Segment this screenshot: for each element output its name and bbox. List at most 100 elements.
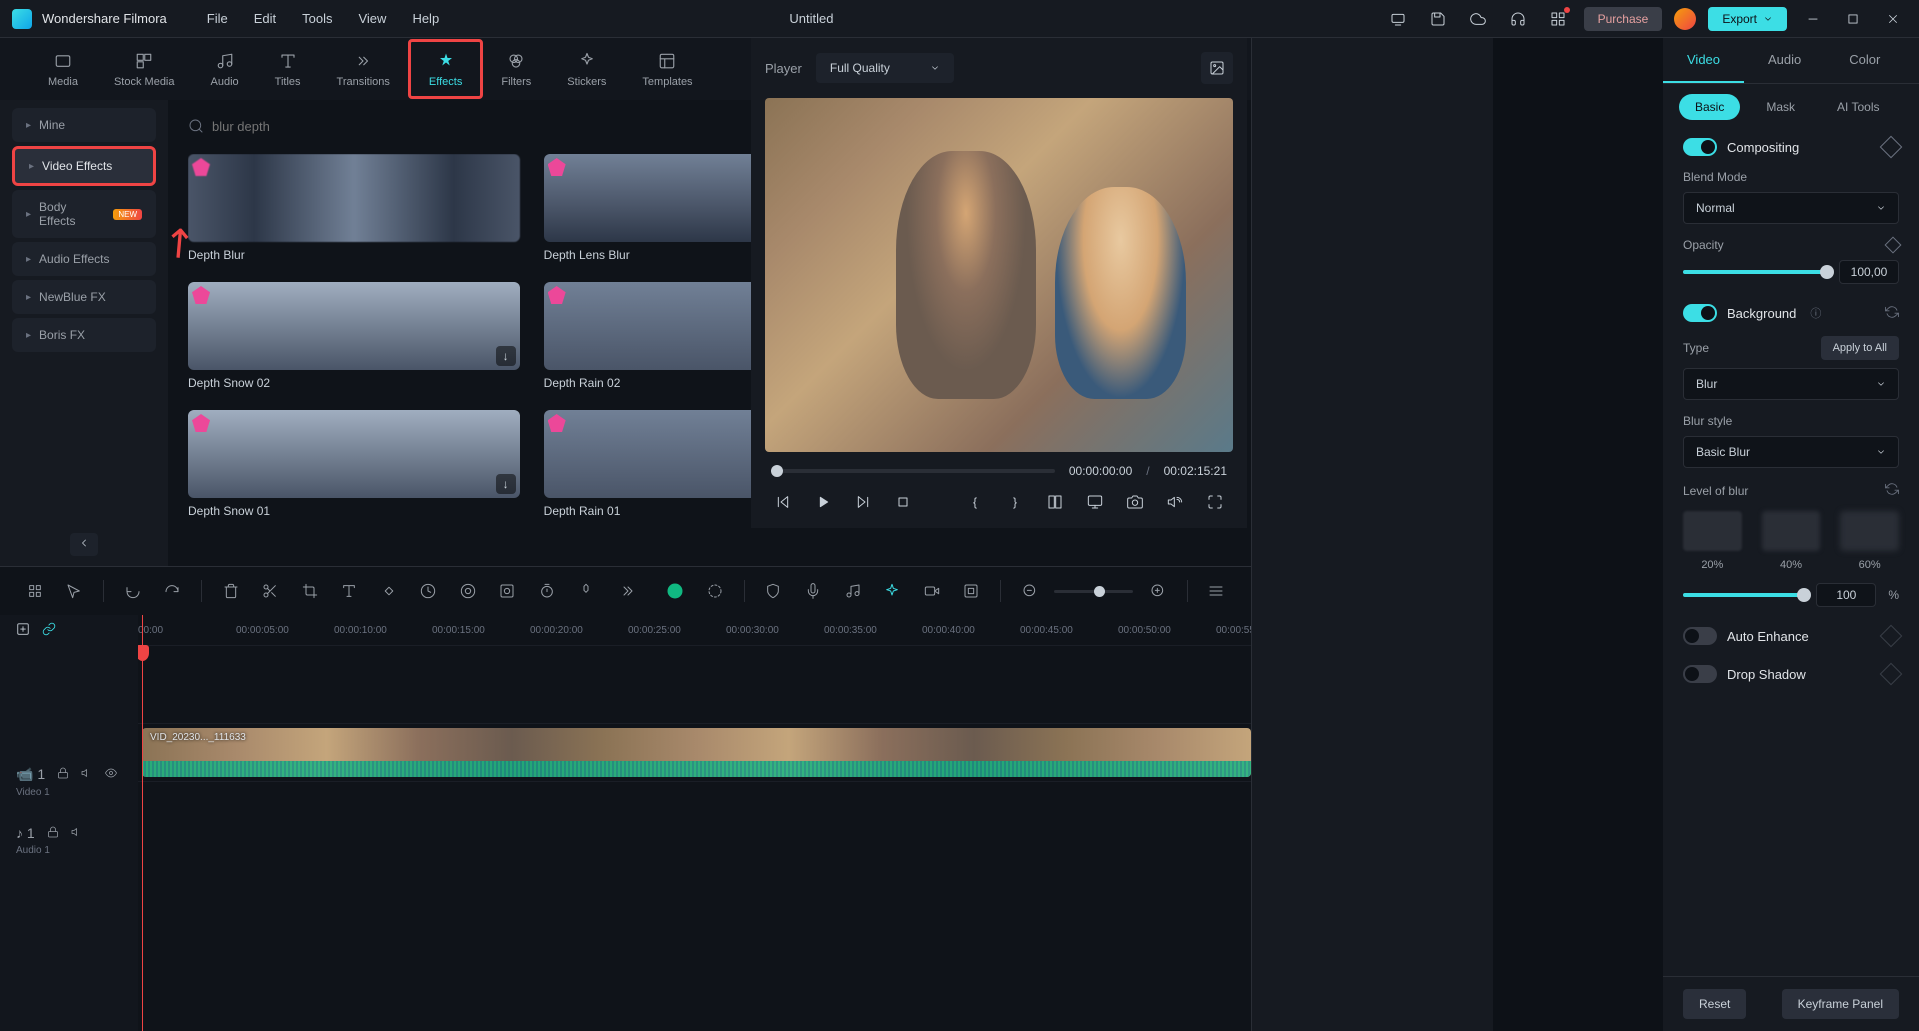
track-header-video[interactable]: 📹 1 Video 1 bbox=[0, 753, 138, 811]
track-header-audio[interactable]: ♪ 1 Audio 1 bbox=[0, 811, 138, 869]
mute-icon[interactable] bbox=[81, 766, 93, 783]
audio-track[interactable] bbox=[138, 781, 1251, 839]
add-track-icon[interactable] bbox=[16, 622, 30, 639]
tl-record[interactable] bbox=[917, 576, 947, 606]
apps-icon[interactable] bbox=[1544, 5, 1572, 33]
tl-render[interactable] bbox=[956, 576, 986, 606]
play-button[interactable] bbox=[811, 490, 835, 514]
link-icon[interactable] bbox=[42, 622, 56, 639]
sidebar-item-newblue-fx[interactable]: ▸NewBlue FX bbox=[12, 280, 156, 314]
tl-audio-sync[interactable] bbox=[838, 576, 868, 606]
blur-swatch[interactable] bbox=[1840, 511, 1899, 551]
display-button[interactable] bbox=[1083, 490, 1107, 514]
purchase-button[interactable]: Purchase bbox=[1584, 7, 1663, 31]
tab-stickers[interactable]: Stickers bbox=[549, 42, 624, 96]
zoom-thumb[interactable] bbox=[1094, 586, 1105, 597]
tab-audio[interactable]: Audio bbox=[193, 42, 257, 96]
tab-templates[interactable]: Templates bbox=[624, 42, 710, 96]
user-avatar[interactable] bbox=[1674, 8, 1696, 30]
timeline-ruler[interactable]: 00:0000:00:05:0000:00:10:0000:00:15:0000… bbox=[138, 615, 1251, 645]
props-tab-audio[interactable]: Audio bbox=[1744, 38, 1825, 83]
blur-swatch[interactable] bbox=[1683, 511, 1742, 551]
lock-icon[interactable] bbox=[57, 766, 69, 783]
minimize-icon[interactable] bbox=[1799, 5, 1827, 33]
scrub-handle[interactable] bbox=[771, 465, 783, 477]
tl-enhance[interactable] bbox=[877, 576, 907, 606]
playhead[interactable] bbox=[142, 615, 143, 1031]
tab-effects[interactable]: Effects bbox=[408, 39, 483, 99]
keyframe-icon[interactable] bbox=[1885, 237, 1902, 254]
tl-text[interactable] bbox=[335, 576, 365, 606]
tl-redo[interactable] bbox=[158, 576, 188, 606]
tab-transitions[interactable]: Transitions bbox=[319, 42, 408, 96]
reset-icon[interactable] bbox=[1885, 482, 1899, 499]
auto-enhance-toggle[interactable] bbox=[1683, 627, 1717, 645]
effect-card[interactable]: Depth Blur bbox=[188, 154, 520, 262]
tab-media[interactable]: Media bbox=[30, 42, 96, 96]
headset-icon[interactable] bbox=[1504, 5, 1532, 33]
tl-smart-tool[interactable] bbox=[20, 576, 50, 606]
volume-button[interactable] bbox=[1163, 490, 1187, 514]
prev-frame-button[interactable] bbox=[771, 490, 795, 514]
mark-in-button[interactable]: { bbox=[963, 490, 987, 514]
download-icon[interactable]: ↓ bbox=[496, 346, 516, 366]
blend-mode-select[interactable]: Normal bbox=[1683, 192, 1899, 224]
tl-undo[interactable] bbox=[118, 576, 148, 606]
effect-thumbnail[interactable]: ↓ bbox=[188, 282, 520, 370]
info-icon[interactable]: ⓘ bbox=[1810, 305, 1821, 321]
props-tab-video[interactable]: Video bbox=[1663, 38, 1744, 83]
tracks-area[interactable]: 00:0000:00:05:0000:00:10:0000:00:15:0000… bbox=[138, 615, 1251, 1031]
subtab-basic[interactable]: Basic bbox=[1679, 94, 1740, 120]
save-icon[interactable] bbox=[1424, 5, 1452, 33]
quality-dropdown[interactable]: Full Quality bbox=[816, 53, 954, 83]
tl-timer[interactable] bbox=[532, 576, 562, 606]
tab-stock-media[interactable]: Stock Media bbox=[96, 42, 193, 96]
keyframe-icon[interactable] bbox=[1880, 625, 1903, 648]
tl-delete[interactable] bbox=[216, 576, 246, 606]
menu-file[interactable]: File bbox=[207, 11, 228, 26]
tl-select-tool[interactable] bbox=[60, 576, 90, 606]
blur-swatch[interactable] bbox=[1762, 511, 1821, 551]
zoom-slider[interactable] bbox=[1054, 590, 1133, 593]
effect-thumbnail[interactable]: ↓ bbox=[188, 410, 520, 498]
lock-icon[interactable] bbox=[47, 825, 59, 841]
bg-type-select[interactable]: Blur bbox=[1683, 368, 1899, 400]
effect-thumbnail[interactable] bbox=[188, 154, 520, 242]
subtab-ai-tools[interactable]: AI Tools bbox=[1821, 94, 1895, 120]
tl-zoom-out[interactable] bbox=[1015, 576, 1045, 606]
close-icon[interactable] bbox=[1879, 5, 1907, 33]
reset-icon[interactable] bbox=[1885, 305, 1899, 322]
reset-button[interactable]: Reset bbox=[1683, 989, 1746, 1019]
tl-marker2[interactable] bbox=[759, 576, 789, 606]
mute-icon[interactable] bbox=[71, 825, 83, 841]
snapshot2-button[interactable] bbox=[1123, 490, 1147, 514]
tl-marker[interactable] bbox=[572, 576, 602, 606]
snapshot-button[interactable] bbox=[1201, 52, 1233, 84]
tl-zoom-in[interactable] bbox=[1143, 576, 1173, 606]
tl-speed[interactable] bbox=[414, 576, 444, 606]
background-toggle[interactable] bbox=[1683, 304, 1717, 322]
preview-video[interactable] bbox=[765, 98, 1233, 452]
tl-split[interactable] bbox=[256, 576, 286, 606]
keyframe-panel-button[interactable]: Keyframe Panel bbox=[1782, 989, 1899, 1019]
drop-shadow-toggle[interactable] bbox=[1683, 665, 1717, 683]
video-clip[interactable]: VID_20230..._111633 bbox=[142, 728, 1251, 777]
sidebar-item-body-effects[interactable]: ▸Body EffectsNEW bbox=[12, 190, 156, 238]
sidebar-item-boris-fx[interactable]: ▸Boris FX bbox=[12, 318, 156, 352]
tl-keyframe[interactable] bbox=[374, 576, 404, 606]
effect-card[interactable]: ↓Depth Snow 02 bbox=[188, 282, 520, 390]
maximize-icon[interactable] bbox=[1839, 5, 1867, 33]
next-frame-button[interactable] bbox=[851, 490, 875, 514]
sidebar-item-video-effects[interactable]: ▸Video Effects bbox=[12, 146, 156, 186]
sidebar-item-mine[interactable]: ▸Mine bbox=[12, 108, 156, 142]
tl-mask[interactable] bbox=[493, 576, 523, 606]
tl-more[interactable] bbox=[611, 576, 641, 606]
blur-style-select[interactable]: Basic Blur bbox=[1683, 436, 1899, 468]
export-button[interactable]: Export bbox=[1708, 7, 1787, 31]
keyframe-icon[interactable] bbox=[1880, 663, 1903, 686]
tl-ai-tool[interactable] bbox=[661, 576, 691, 606]
opacity-slider[interactable] bbox=[1683, 270, 1827, 274]
tl-crop[interactable] bbox=[295, 576, 325, 606]
tl-voice[interactable] bbox=[798, 576, 828, 606]
tl-color[interactable] bbox=[453, 576, 483, 606]
